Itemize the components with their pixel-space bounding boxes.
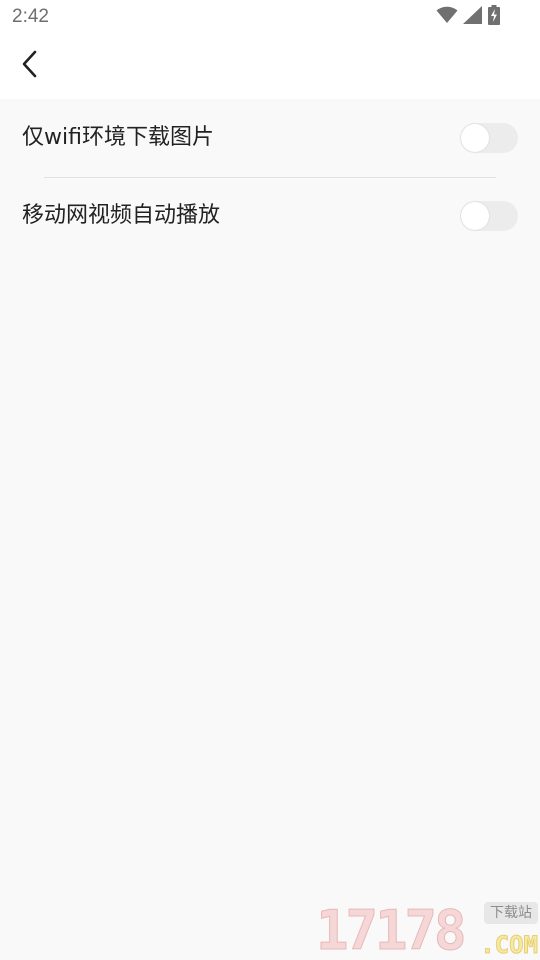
autoplay-toggle[interactable] — [460, 201, 518, 231]
battery-charging-icon — [488, 5, 500, 29]
watermark-badge: 下载站 — [484, 902, 538, 924]
status-bar: 2:42 — [0, 0, 540, 36]
watermark-logo: 17178 下载站 .COM — [316, 900, 540, 960]
cellular-signal-icon — [463, 6, 483, 28]
setting-label-wifi-images: 仅wifi环境下载图片 — [22, 125, 214, 150]
setting-label-autoplay: 移动网视频自动播放 — [22, 203, 221, 228]
wifi-images-toggle[interactable] — [460, 123, 518, 153]
toggle-knob — [461, 202, 489, 230]
watermark-number: 17178 — [316, 899, 468, 960]
chevron-left-icon — [20, 50, 40, 82]
status-time: 2:42 — [12, 6, 49, 27]
settings-list: 仅wifi环境下载图片 移动网视频自动播放 — [0, 99, 540, 255]
back-button[interactable] — [12, 48, 48, 84]
wifi-icon — [436, 6, 458, 28]
settings-screen: 2:42 仅wifi环境下载图片 移动网视频自动播放 17178 下载站 .CO… — [0, 0, 540, 960]
status-icons — [436, 5, 500, 29]
watermark-domain: .COM — [480, 931, 539, 959]
setting-row-autoplay: 移动网视频自动播放 — [0, 177, 540, 255]
toggle-knob — [461, 124, 489, 152]
setting-row-wifi-images: 仅wifi环境下载图片 — [0, 99, 540, 177]
app-bar — [0, 36, 540, 99]
